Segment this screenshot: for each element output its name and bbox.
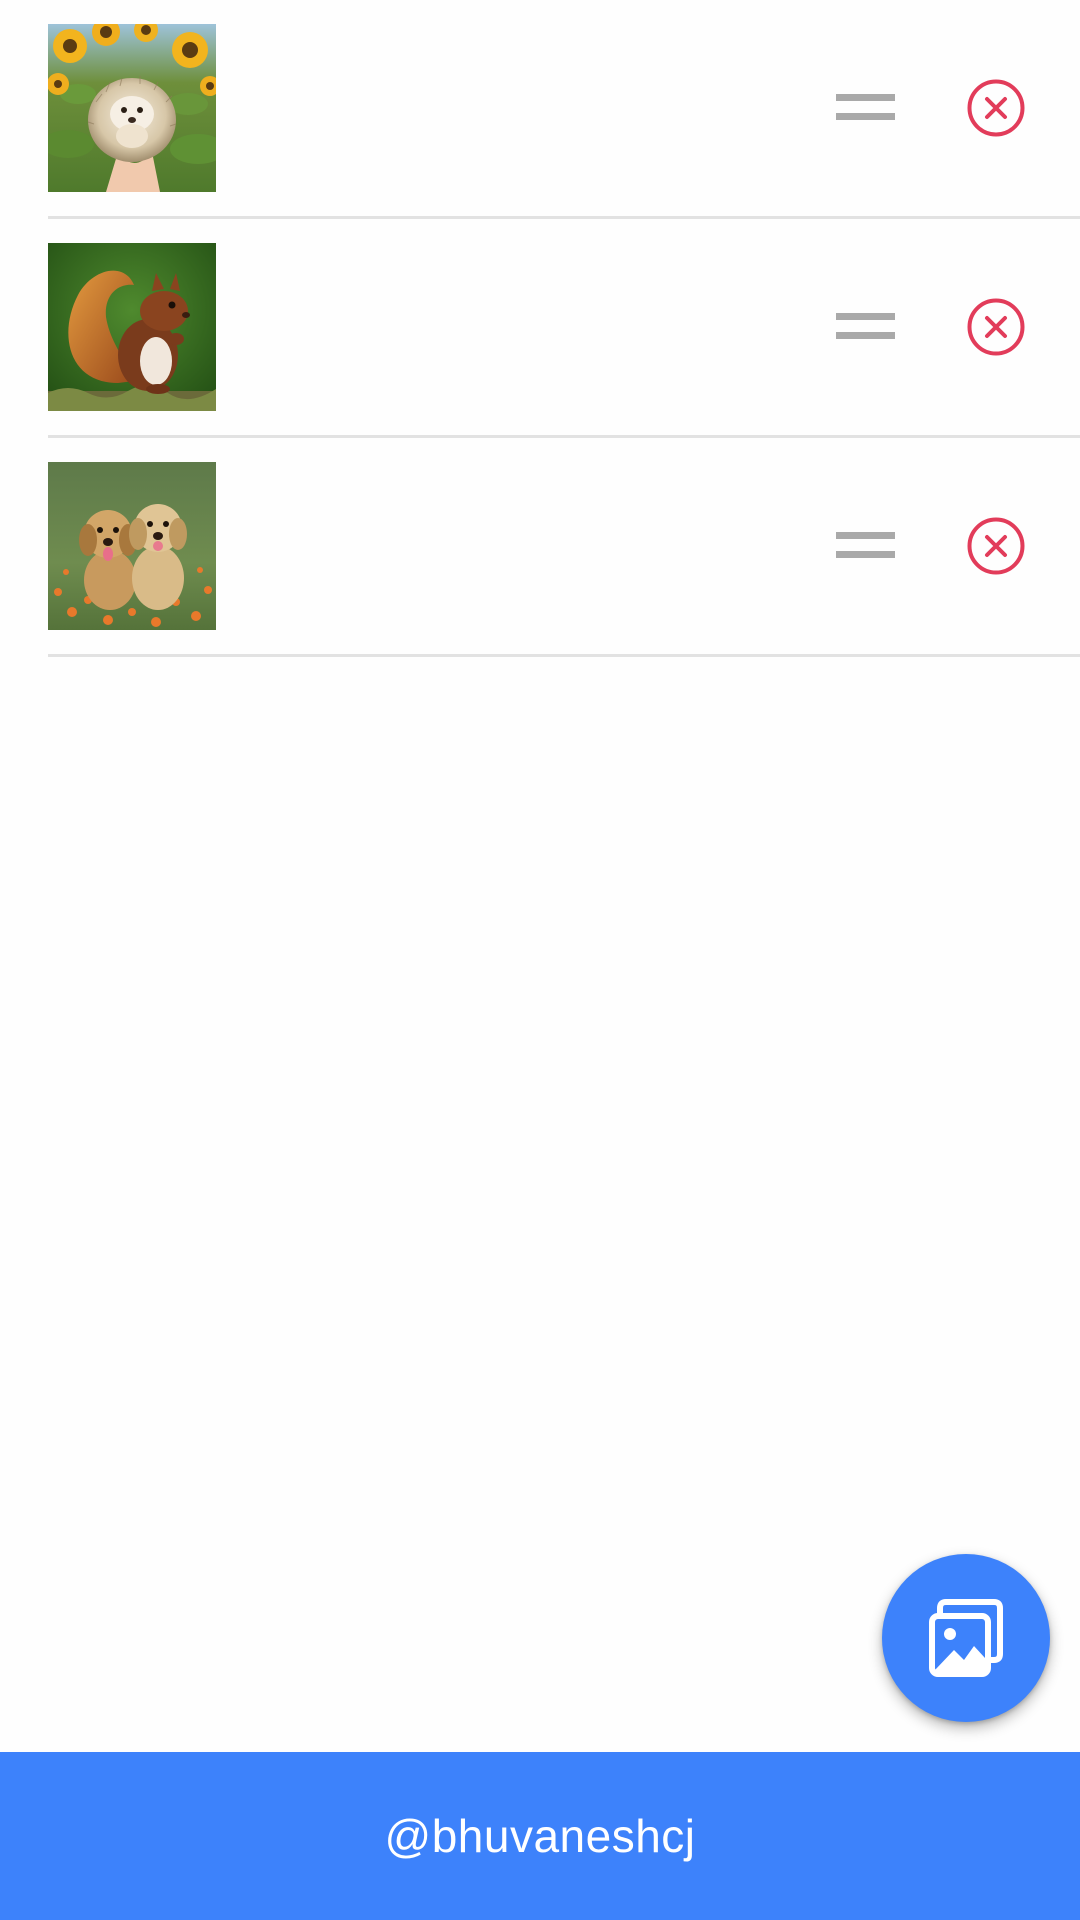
list-item: [0, 0, 1080, 219]
hedgehog-photo: [48, 24, 216, 192]
remove-button[interactable]: [966, 297, 1026, 357]
remove-button[interactable]: [966, 78, 1026, 138]
row-divider: [48, 654, 1080, 657]
drag-handle-icon[interactable]: [836, 94, 895, 122]
close-circle-icon: [967, 517, 1025, 575]
squirrel-photo: [48, 243, 216, 411]
app-screen: @bhuvaneshcj: [0, 0, 1080, 1920]
drag-handle-bar: [836, 551, 895, 558]
image-list: [0, 0, 1080, 657]
image-gallery-icon: [929, 1599, 1003, 1677]
drag-handle-icon[interactable]: [836, 532, 895, 560]
footer-bar: @bhuvaneshcj: [0, 1752, 1080, 1920]
drag-handle-icon[interactable]: [836, 313, 895, 341]
hedgehog-thumbnail[interactable]: [48, 24, 216, 192]
squirrel-thumbnail[interactable]: [48, 243, 216, 411]
close-circle-icon: [967, 298, 1025, 356]
list-item: [0, 438, 1080, 657]
drag-handle-bar: [836, 332, 895, 339]
remove-button[interactable]: [966, 516, 1026, 576]
drag-handle-bar: [836, 113, 895, 120]
footer-credit[interactable]: @bhuvaneshcj: [385, 1809, 696, 1863]
drag-handle-bar: [836, 532, 895, 539]
puppies-photo: [48, 462, 216, 630]
puppies-thumbnail[interactable]: [48, 462, 216, 630]
drag-handle-bar: [836, 313, 895, 320]
list-item: [0, 219, 1080, 438]
add-image-button[interactable]: [882, 1554, 1050, 1722]
drag-handle-bar: [836, 94, 895, 101]
close-circle-icon: [967, 79, 1025, 137]
